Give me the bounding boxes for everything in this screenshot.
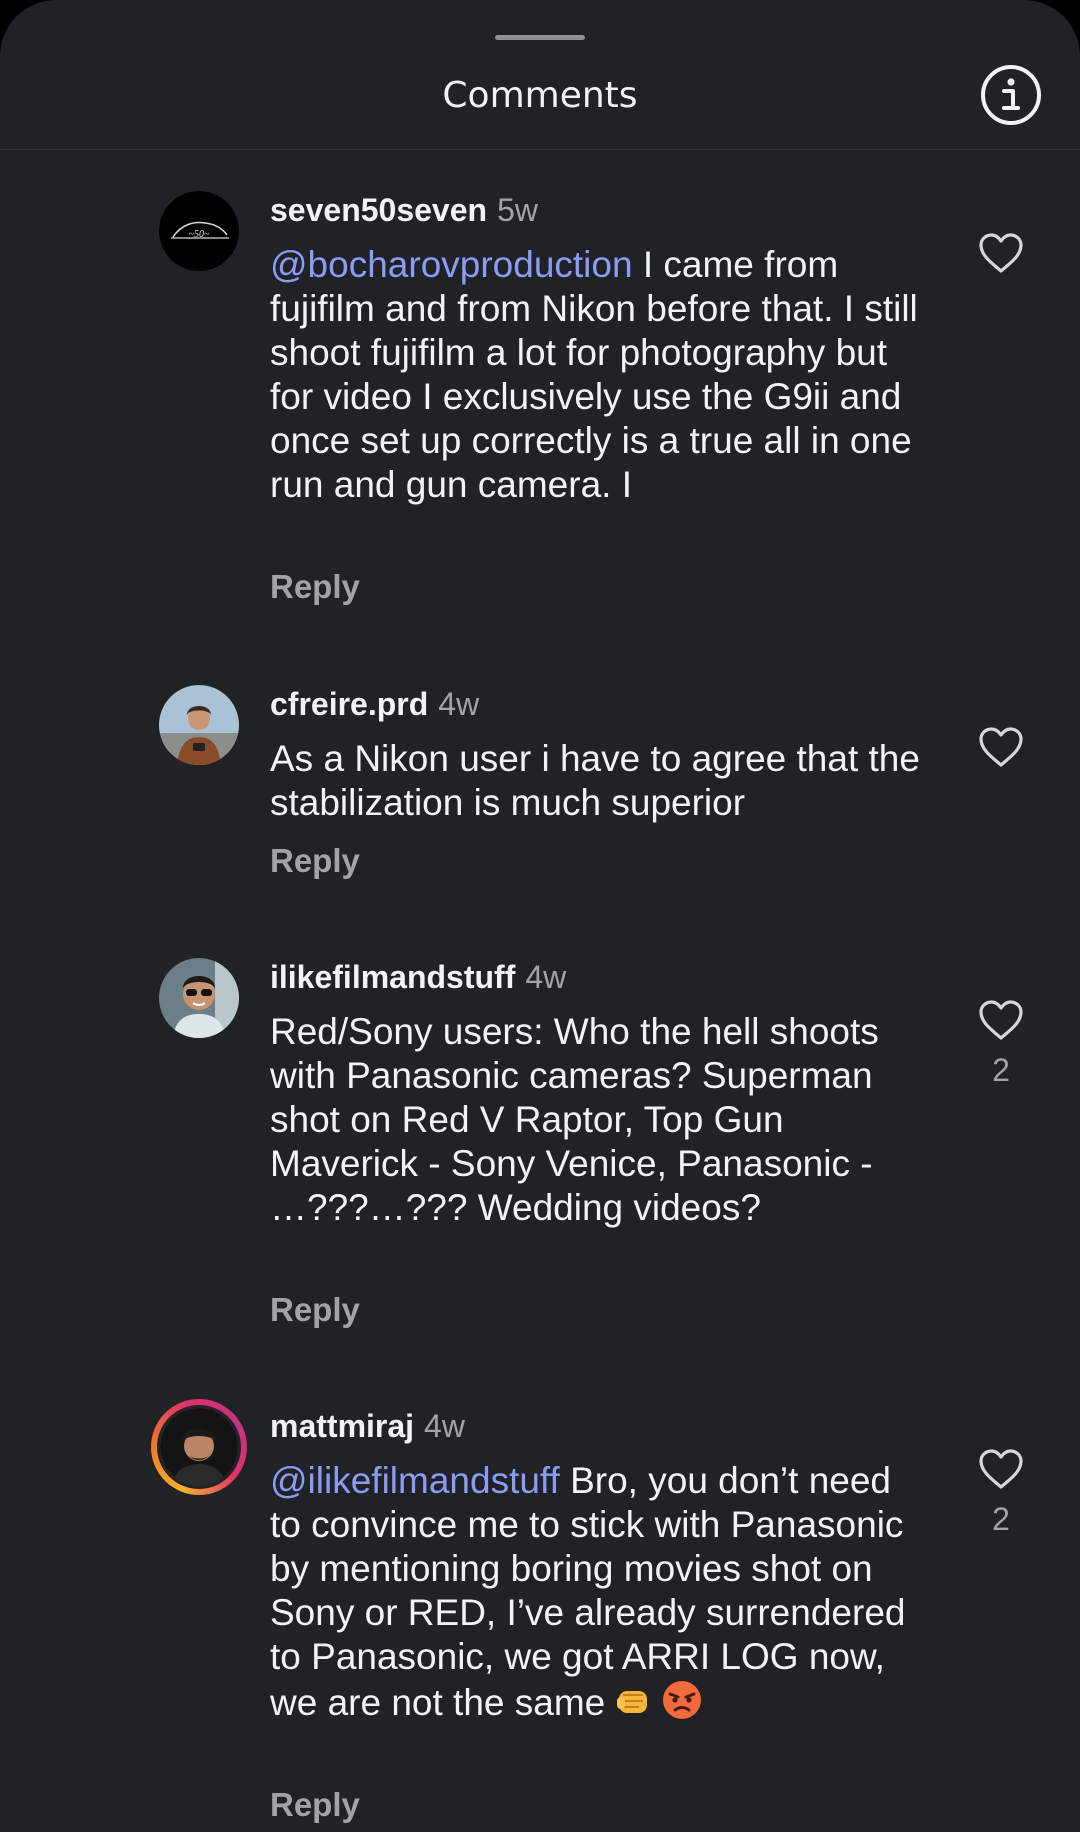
comment-text: Red/Sony users: Who the hell shoots with… xyxy=(270,1010,930,1230)
comment-meta: ilikefilmandstuff 4w xyxy=(270,956,566,998)
person-photo-avatar xyxy=(159,958,239,1038)
info-button[interactable] xyxy=(979,63,1043,127)
like-count: 2 xyxy=(992,1501,1010,1537)
info-icon xyxy=(981,65,1041,125)
reply-button[interactable]: Reply xyxy=(270,1783,360,1827)
person-photo-avatar xyxy=(159,685,239,765)
like-control xyxy=(975,725,1027,769)
heart-icon[interactable] xyxy=(977,998,1025,1042)
comment-body: As a Nikon user i have to agree that the… xyxy=(270,738,920,823)
comment-meta: seven50seven 5w xyxy=(270,189,538,231)
timestamp: 4w xyxy=(438,686,480,722)
timestamp: 4w xyxy=(525,959,567,995)
comment-text: @bocharovproduction I came from fujifilm… xyxy=(270,243,930,507)
reply-button[interactable]: Reply xyxy=(270,1288,360,1332)
avatar[interactable] xyxy=(159,958,239,1038)
header-divider xyxy=(0,149,1080,150)
heart-icon[interactable] xyxy=(977,231,1025,275)
mention-link[interactable]: @bocharovproduction xyxy=(270,244,633,285)
timestamp: 4w xyxy=(424,1408,465,1444)
mention-link[interactable]: @ilikefilmandstuff xyxy=(270,1460,560,1501)
drag-handle[interactable] xyxy=(495,35,585,40)
comment-text: As a Nikon user i have to agree that the… xyxy=(270,737,930,825)
avatar[interactable]: ~50~ xyxy=(159,191,239,271)
username[interactable]: seven50seven xyxy=(270,192,487,228)
car-logo-avatar: ~50~ xyxy=(159,191,239,271)
comment-text: @ilikefilmandstuff Bro, you don’t need t… xyxy=(270,1459,930,1731)
like-control: 2 xyxy=(975,1447,1027,1539)
username[interactable]: ilikefilmandstuff xyxy=(270,959,515,995)
fist-emoji xyxy=(613,1681,653,1731)
comment-meta: mattmiraj 4w xyxy=(270,1405,465,1447)
username[interactable]: cfreire.prd xyxy=(270,686,428,722)
avatar[interactable] xyxy=(157,1405,241,1489)
heart-icon[interactable] xyxy=(977,725,1025,769)
like-control: 2 xyxy=(975,998,1027,1090)
avatar[interactable] xyxy=(159,685,239,765)
reply-button[interactable]: Reply xyxy=(270,839,360,883)
username[interactable]: mattmiraj xyxy=(270,1408,414,1444)
svg-text:~50~: ~50~ xyxy=(189,229,210,240)
like-control xyxy=(975,231,1027,275)
sheet-title: Comments xyxy=(442,75,638,116)
story-ring[interactable] xyxy=(151,1399,247,1495)
heart-icon[interactable] xyxy=(977,1447,1025,1491)
comment-body: Red/Sony users: Who the hell shoots with… xyxy=(270,1011,879,1228)
angry-face-emoji xyxy=(661,1679,703,1731)
comments-sheet: Comments ~50~ seven50seven 5w @bocharovpr… xyxy=(0,0,1080,1832)
person-photo-avatar xyxy=(160,1408,238,1486)
timestamp: 5w xyxy=(497,192,538,228)
reply-button[interactable]: Reply xyxy=(270,565,360,609)
like-count: 2 xyxy=(992,1052,1010,1088)
comment-meta: cfreire.prd 4w xyxy=(270,683,479,725)
